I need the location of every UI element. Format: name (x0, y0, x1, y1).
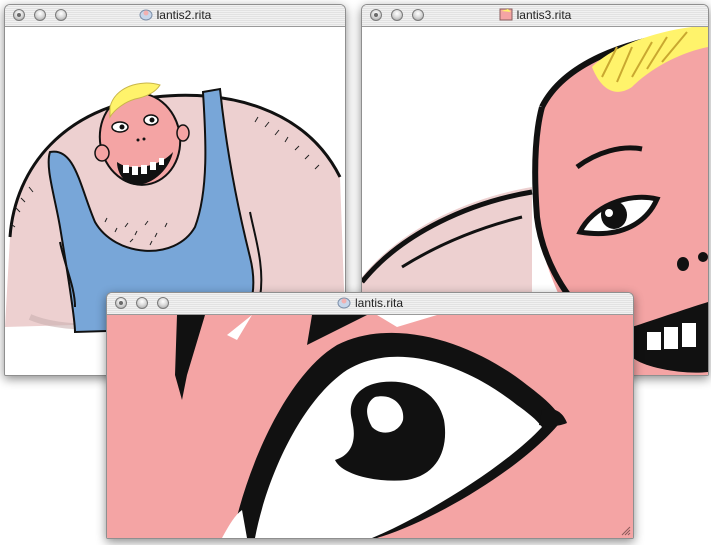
window-title: lantis2.rita (5, 8, 345, 23)
window-title-text: lantis3.rita (516, 8, 572, 22)
window-title-text: lantis2.rita (156, 8, 212, 22)
drawing-lantis (107, 315, 633, 538)
window-title: lantis3.rita (362, 8, 708, 23)
document-proxy-icon[interactable] (499, 8, 513, 21)
document-proxy-icon[interactable] (139, 8, 153, 21)
title-bar[interactable]: lantis2.rita (5, 5, 345, 27)
document-proxy-icon[interactable] (337, 296, 351, 309)
title-bar[interactable]: lantis3.rita (362, 5, 708, 27)
title-bar[interactable]: lantis.rita (107, 293, 633, 315)
resize-grip-icon[interactable] (620, 525, 631, 536)
window-lantis[interactable]: lantis.rita (106, 292, 634, 539)
window-title: lantis.rita (107, 296, 633, 311)
window-title-text: lantis.rita (354, 296, 404, 310)
drawing-canvas[interactable] (107, 315, 633, 538)
